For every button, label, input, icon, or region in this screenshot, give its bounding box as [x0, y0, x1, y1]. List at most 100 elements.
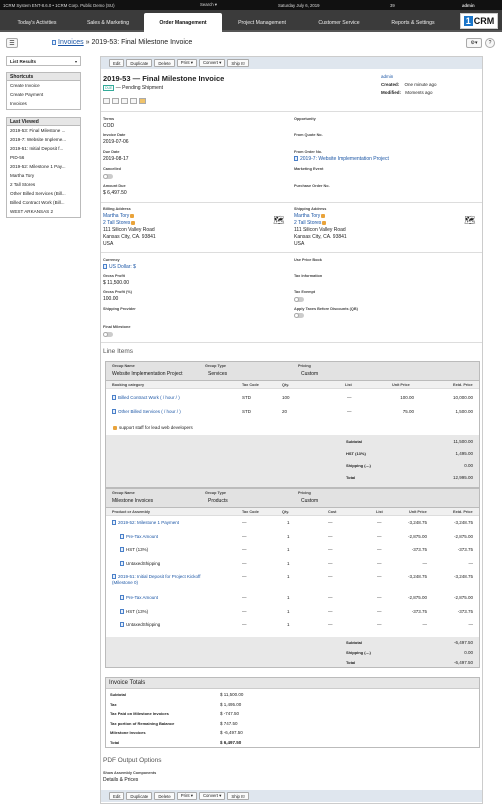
last-viewed-item[interactable]: 2 Tall Stores [7, 180, 80, 189]
billing-account-link[interactable]: 2 Tall Stores [103, 220, 156, 227]
line-item-name: Other Billed Services ( / hour / ) [118, 409, 181, 414]
cost-cell: — [328, 574, 333, 579]
from-order-link[interactable]: 2019-7: Website Implementation Project [294, 156, 389, 162]
cost-cell: — [328, 533, 333, 539]
last-viewed-item[interactable]: Other Billed Services (Bill... [7, 189, 80, 198]
shortcut-invoices[interactable]: Invoices [7, 99, 80, 108]
main-navbar: Today's Activities Sales & Marketing Ord… [0, 10, 502, 32]
tax-code-cell: STD [242, 409, 251, 414]
hamburger-menu-icon[interactable]: ☰ [6, 38, 18, 48]
group-type-value: Products [208, 498, 228, 504]
tab-sales-marketing[interactable]: Sales & Marketing [73, 13, 143, 32]
shipping-address: Martha Tory 2 Tall Stores 111 Silicon Va… [294, 213, 347, 248]
group-type-label: Group Type [205, 491, 227, 495]
shortcut-create-invoice[interactable]: Create Invoice [7, 81, 80, 90]
invoice-total-label: Total [110, 739, 120, 745]
cost-cell: — [328, 595, 333, 600]
tax-code-cell: — [242, 533, 247, 539]
owner-link[interactable]: admin [381, 74, 393, 79]
product-icon [120, 533, 124, 539]
extd-price-cell: -2,875.00 [453, 595, 473, 600]
convert-button[interactable]: Convert ▾ [198, 59, 226, 67]
delete-button[interactable]: Delete [154, 792, 175, 800]
line-item-link[interactable]: Pre-Tax Amount [120, 534, 240, 540]
last-viewed-item[interactable]: Martha Tory [7, 171, 80, 180]
billing-map-icon[interactable]: 🗺 [273, 215, 284, 226]
invoice-total-value: $ 747.50 [220, 720, 238, 726]
global-search[interactable]: Search ▾ [200, 2, 217, 8]
breadcrumb-invoices-link[interactable]: Invoices [58, 39, 84, 46]
contact-card-icon [130, 213, 135, 218]
total-value: -6,497.50 [453, 660, 473, 665]
last-viewed-item[interactable]: PID-56 [7, 153, 80, 162]
last-viewed-item[interactable]: 2019-7: Website Impleme... [7, 135, 80, 144]
crm-logo[interactable]: 1 CRM [460, 13, 498, 29]
attachment-icon[interactable] [130, 98, 137, 104]
duplicate-button[interactable]: Duplicate [126, 792, 153, 800]
last-viewed-item[interactable]: 2019-51: Initial Deposit f... [7, 144, 80, 153]
tab-reports-settings[interactable]: Reports & Settings [377, 13, 449, 32]
last-viewed-item[interactable]: 2019-53: Final Milestone ... [7, 126, 80, 135]
last-viewed-item[interactable]: 2019-52: Milestone 1 Pay... [7, 162, 80, 171]
billing-contact-link[interactable]: Martha Tory [103, 213, 156, 220]
email-icon[interactable] [103, 98, 110, 104]
currency-icon [103, 264, 107, 270]
help-icon[interactable]: ? [485, 38, 495, 48]
edit-button[interactable]: Edit [109, 59, 125, 67]
line-item-name: HST (13%) [126, 547, 149, 552]
list-results-select[interactable]: List Results ▾ [6, 56, 81, 66]
calendar-icon[interactable] [112, 98, 119, 104]
user-menu[interactable]: admin [462, 3, 475, 8]
unit-price-cell: -3,248.75 [407, 520, 427, 525]
table-row: 2019-52: Milestone 1 Payment — 1 — — -3,248.7… [106, 520, 479, 530]
line-item-link[interactable]: 2019-52: Milestone 1 Payment [112, 520, 232, 526]
line-item-link[interactable]: Billed Contract Work ( / hour / ) [112, 395, 180, 401]
tax-code-cell: — [242, 595, 247, 600]
ship-it-button[interactable]: Ship It! [227, 792, 249, 800]
qty-cell: 1 [287, 560, 290, 566]
extd-price-cell: 1,500.00 [455, 409, 473, 414]
line-item-link[interactable]: 2019-51: Initial Deposit for Project Kic… [112, 574, 216, 586]
list-cell: — [377, 622, 382, 627]
terms-value: COD [103, 123, 115, 129]
line-item-link[interactable]: Pre-Tax Amount [120, 595, 240, 601]
unit-price-cell: -373.75 [411, 547, 427, 552]
shipping-contact-link[interactable]: Martha Tory [294, 213, 347, 220]
tab-todays-activities[interactable]: Today's Activities [2, 13, 72, 32]
shortcut-create-payment[interactable]: Create Payment [7, 90, 80, 99]
tab-customer-service[interactable]: Customer Service [302, 13, 376, 32]
shipping-account-link[interactable]: 2 Tall Stores [294, 220, 347, 227]
breadcrumb: Invoices » 2019-53: Final Milestone Invo… [52, 39, 192, 46]
list-cell: — [377, 574, 382, 579]
delete-button[interactable]: Delete [154, 59, 175, 67]
record-title: 2019-53 — Final Milestone Invoice [103, 74, 225, 83]
col-cost: Cost [328, 510, 337, 514]
flag-icon[interactable] [139, 98, 146, 104]
final-milestone-label: Final Milestone [103, 325, 131, 329]
line-item-name: 2019-52: Milestone 1 Payment [118, 520, 180, 525]
group-name-value: Website Implementation Project [112, 371, 183, 377]
edit-button[interactable]: Edit [109, 792, 125, 800]
ship-it-button[interactable]: Ship It! [227, 59, 249, 67]
note-icon[interactable] [121, 98, 128, 104]
calendar-date[interactable]: Saturday July 6, 2019 [278, 3, 320, 8]
print-button[interactable]: Print ▾ [176, 792, 197, 800]
tab-project-management[interactable]: Project Management [223, 13, 301, 32]
pricing-value: Custom [301, 371, 319, 377]
print-button[interactable]: Print ▾ [176, 59, 197, 67]
tab-order-management[interactable]: Order Management [144, 13, 222, 32]
duplicate-button[interactable]: Duplicate [126, 59, 153, 67]
due-date-label: Due Date [103, 150, 120, 154]
last-viewed-item[interactable]: WEST ARKANSAS 2 [7, 207, 80, 216]
shipping-map-icon[interactable]: 🗺 [464, 215, 475, 226]
created-label: Created: [381, 82, 400, 87]
convert-button[interactable]: Convert ▾ [198, 792, 226, 800]
line-item-link[interactable]: Other Billed Services ( / hour / ) [112, 409, 181, 415]
settings-gear-icon[interactable]: ⚙▾ [466, 38, 482, 48]
notification-count[interactable]: 39 [390, 3, 395, 8]
unit-price-cell: 100.00 [400, 395, 414, 400]
last-viewed-item[interactable]: Billed Contract Work (Bill... [7, 198, 80, 207]
total-label: Subtotal [346, 439, 362, 444]
currency-link[interactable]: US Dollar: $ [103, 264, 136, 270]
currency-value: US Dollar: $ [109, 264, 136, 270]
